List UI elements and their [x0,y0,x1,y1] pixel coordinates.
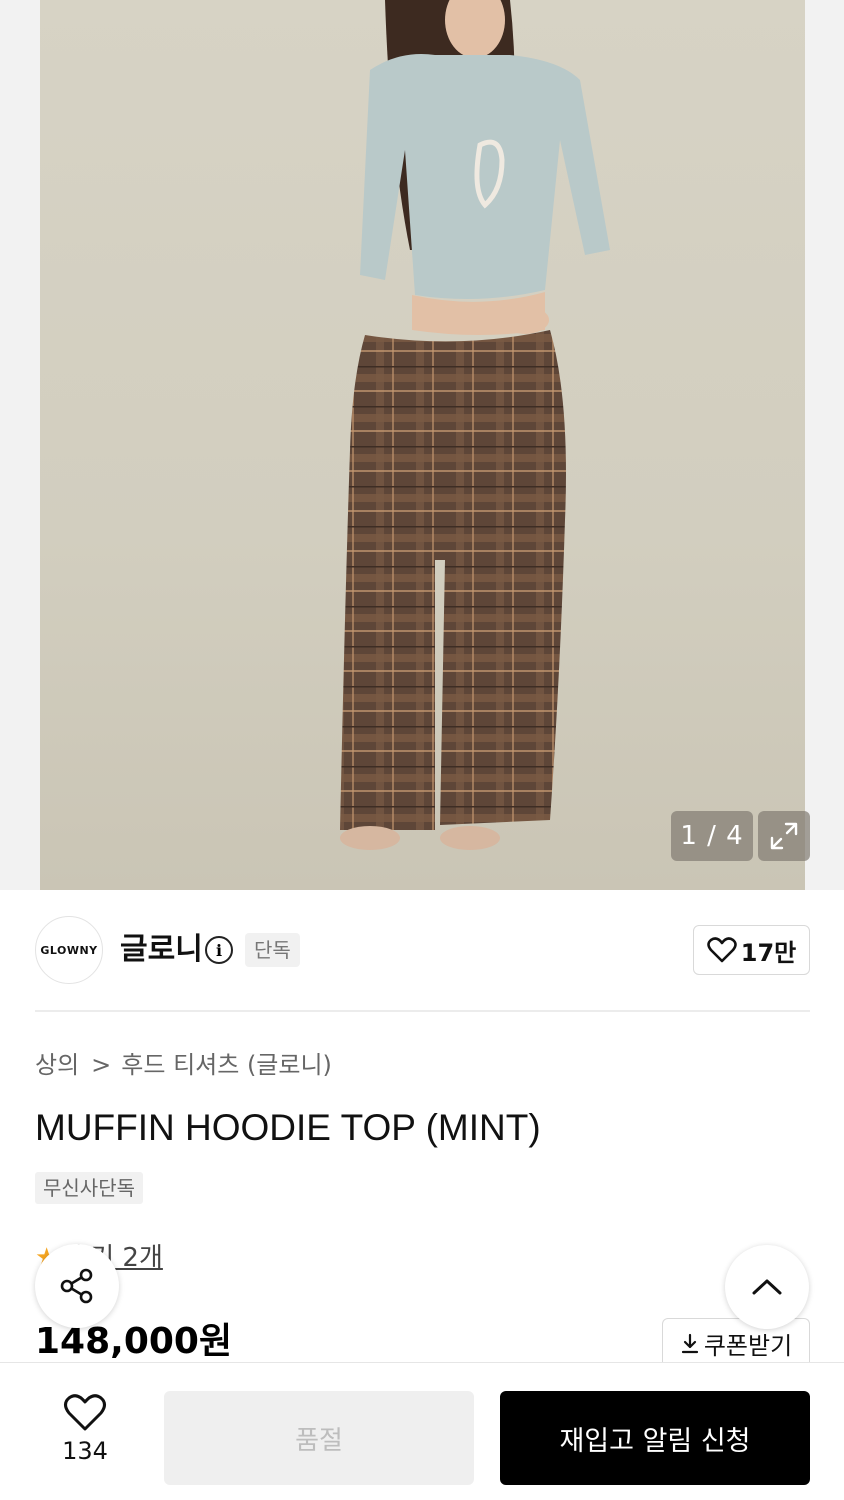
model-illustration [340,0,610,850]
breadcrumb-item-category[interactable]: 상의 [35,1046,79,1084]
heart-icon [706,937,737,963]
product-tag: 무신사단독 [35,1172,143,1204]
expand-button[interactable] [758,811,810,861]
breadcrumb-item-subcategory[interactable]: 후드 티셔츠 (글로니) [121,1046,332,1084]
scroll-top-button[interactable] [725,1245,809,1329]
info-icon[interactable]: i [205,936,233,964]
restock-alert-button[interactable]: 재입고 알림 신청 [500,1391,810,1485]
brand-logo[interactable]: GLOWNY [35,916,103,984]
breadcrumb-separator: > [91,1051,112,1079]
product-title: MUFFIN HOODIE TOP (MINT) [35,1107,541,1148]
image-counter: 1 / 4 [671,811,753,861]
product-photo [40,0,805,890]
coupon-label: 쿠폰받기 [703,1332,793,1360]
exclusive-badge: 단독 [245,933,300,967]
share-icon [60,1268,93,1304]
chevron-up-icon [752,1279,782,1295]
expand-icon [770,822,798,850]
heart-icon [64,1394,106,1431]
coupon-button[interactable]: 쿠폰받기 [662,1318,810,1368]
wishlist-count: 134 [62,1437,108,1465]
breadcrumb: 상의 > 후드 티셔츠 (글로니) [35,1046,332,1084]
brand-name[interactable]: 글로니 [120,930,203,970]
divider [35,1010,810,1012]
soldout-button[interactable]: 품절 [164,1391,474,1485]
download-icon [681,1333,698,1353]
product-image-carousel[interactable]: 1 / 4 [0,0,844,890]
brand-like-button[interactable]: 17만 [693,925,810,975]
brand-like-count: 17만 [740,938,797,967]
wishlist-button[interactable]: 134 [40,1393,130,1465]
bottom-action-bar: 134 품절 재입고 알림 신청 [0,1362,844,1500]
share-button[interactable] [35,1244,119,1328]
